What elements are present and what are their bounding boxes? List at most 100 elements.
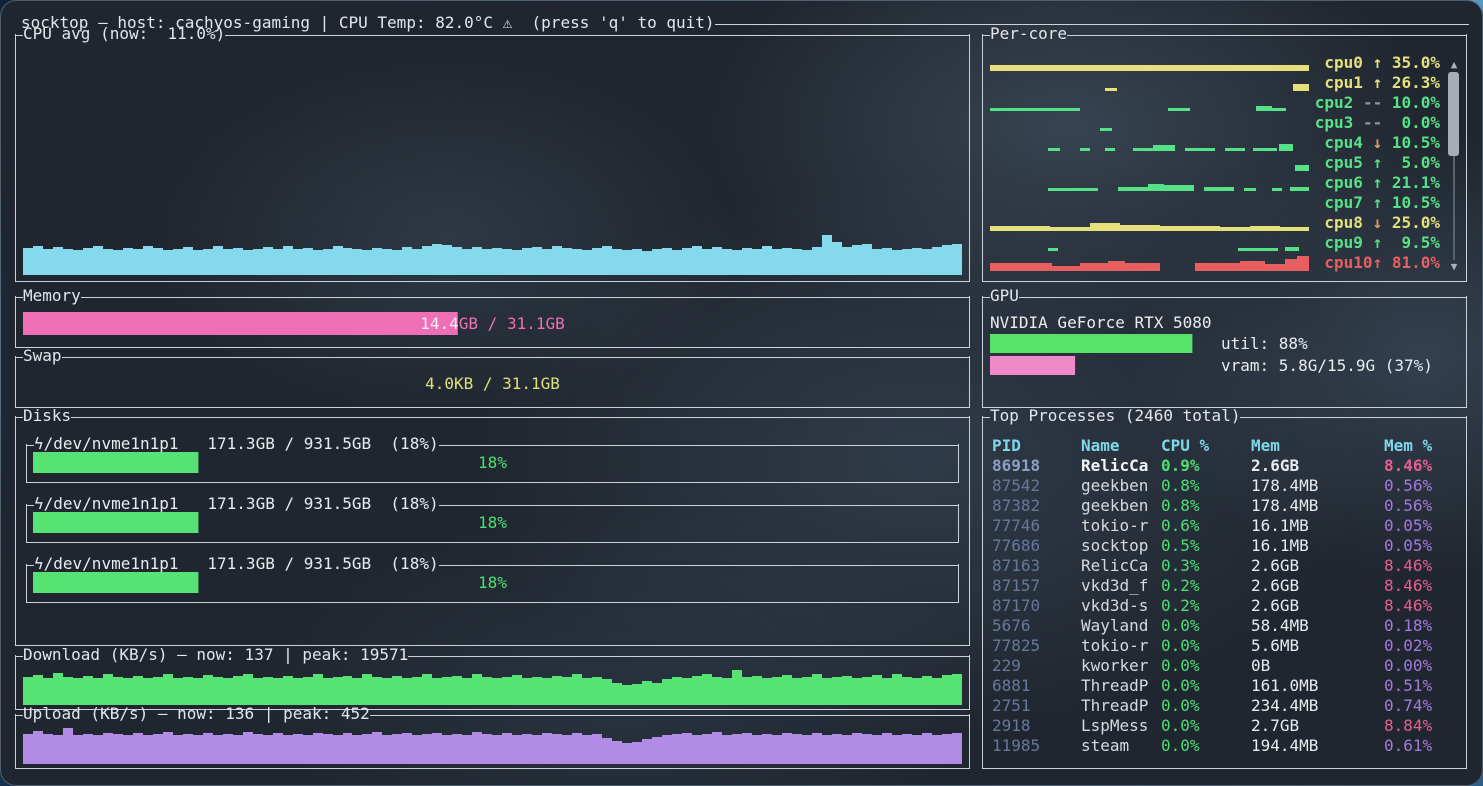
process-row[interactable]: 6881ThreadP0.0%161.0MB0.51% bbox=[984, 676, 1465, 696]
core-row[interactable]: cpu2 -- 10.0% bbox=[983, 93, 1466, 113]
process-mem: 2.6GB bbox=[1251, 456, 1384, 476]
chart-bar bbox=[93, 246, 103, 275]
chart-bar bbox=[902, 734, 912, 764]
process-cpu: 0.0% bbox=[1161, 636, 1251, 656]
memory-panel: Memory 14.4GB / 31.1GB14.4GB / 31.1GB bbox=[15, 296, 970, 348]
chart-bar bbox=[712, 677, 722, 705]
core-row[interactable]: cpu1 ↑ 26.3% bbox=[983, 73, 1466, 93]
core-row[interactable]: cpu6 ↑ 21.1% bbox=[983, 173, 1466, 193]
chart-bar bbox=[572, 674, 582, 705]
spark-segment bbox=[1164, 185, 1194, 191]
col-cpu: CPU % bbox=[1161, 436, 1251, 456]
cpu-avg-chart bbox=[23, 233, 962, 275]
chart-bar bbox=[812, 674, 822, 705]
chart-bar bbox=[263, 735, 273, 764]
chart-bar bbox=[422, 246, 432, 275]
chart-bar bbox=[692, 246, 702, 275]
chart-bar bbox=[382, 678, 392, 705]
process-row[interactable]: 229kworker0.0%0B0.00% bbox=[984, 656, 1465, 676]
spark-segment bbox=[1256, 106, 1272, 111]
core-row[interactable]: cpu9 ↑ 9.5% bbox=[983, 233, 1466, 253]
spark-segment bbox=[1148, 184, 1164, 191]
chart-bar bbox=[462, 249, 472, 275]
process-row[interactable]: 77825tokio-r0.0%5.6MB0.02% bbox=[984, 636, 1465, 656]
core-row[interactable]: cpu8 ↓ 25.0% bbox=[983, 213, 1466, 233]
process-row[interactable]: 87382geekben0.8%178.4MB0.56% bbox=[984, 496, 1465, 516]
chart-bar bbox=[552, 734, 562, 764]
process-name: socktop bbox=[1081, 536, 1161, 556]
process-cpu: 0.6% bbox=[1161, 516, 1251, 536]
core-row[interactable]: cpu5 ↑ 5.0% bbox=[983, 153, 1466, 173]
core-row[interactable]: cpu0 ↑ 35.0% bbox=[983, 53, 1466, 73]
chart-bar bbox=[123, 735, 133, 764]
process-mem: 194.4MB bbox=[1251, 736, 1384, 756]
chart-bar bbox=[622, 743, 632, 764]
chart-bar bbox=[732, 734, 742, 764]
chart-bar bbox=[53, 735, 63, 764]
chart-bar bbox=[63, 249, 73, 275]
gauge-fill bbox=[990, 334, 1220, 353]
scrollbar-thumb[interactable] bbox=[1448, 72, 1459, 156]
chart-bar bbox=[602, 738, 612, 764]
chart-bar bbox=[852, 245, 862, 275]
chart-bar bbox=[802, 735, 812, 764]
process-row[interactable]: 87157vkd3d_f0.2%2.6GB8.46% bbox=[984, 576, 1465, 596]
process-name: tokio-r bbox=[1081, 636, 1161, 656]
core-name: cpu7 bbox=[1324, 193, 1372, 212]
process-row[interactable]: 77686socktop0.5%16.1MB0.05% bbox=[984, 536, 1465, 556]
core-sparkline bbox=[990, 113, 1309, 133]
chart-bar bbox=[392, 676, 402, 705]
core-row[interactable]: cpu7 ↑ 10.5% bbox=[983, 193, 1466, 213]
core-trend-icon: ↑ bbox=[1373, 53, 1383, 72]
chart-bar bbox=[782, 733, 792, 764]
disks-panel: Disks ϟ/dev/nvme1n1p1 171.3GB / 931.5GB … bbox=[15, 416, 970, 646]
process-mem-pct: 8.46% bbox=[1384, 556, 1465, 576]
chart-bar bbox=[63, 728, 73, 764]
process-row[interactable]: 2751ThreadP0.0%234.4MB0.74% bbox=[984, 696, 1465, 716]
process-row[interactable]: 2918LspMess0.0%2.7GB8.84% bbox=[984, 716, 1465, 736]
process-pid: 77825 bbox=[992, 636, 1081, 656]
core-value: 10.5% bbox=[1382, 193, 1440, 212]
processes-title: Top Processes (2460 total) bbox=[990, 406, 1240, 426]
spark-segment bbox=[1048, 248, 1058, 251]
process-row[interactable]: 11985steam0.0%194.4MB0.61% bbox=[984, 736, 1465, 756]
core-label: cpu10↑ 81.0% bbox=[1324, 253, 1440, 273]
upload-chart bbox=[23, 726, 962, 764]
chart-bar bbox=[562, 248, 572, 275]
chart-bar bbox=[283, 735, 293, 764]
core-label: cpu7 ↑ 10.5% bbox=[1324, 193, 1440, 213]
chart-bar bbox=[892, 674, 902, 705]
chart-bar bbox=[662, 679, 672, 705]
gpu-vram-gauge bbox=[990, 356, 1220, 375]
process-row[interactable]: 87542geekben0.8%178.4MB0.56% bbox=[984, 476, 1465, 496]
chart-bar bbox=[402, 733, 412, 764]
core-value: 9.5% bbox=[1382, 233, 1440, 252]
chart-bar bbox=[512, 735, 522, 764]
chart-bar bbox=[952, 674, 962, 705]
spark-segment bbox=[1244, 188, 1256, 191]
process-mem: 234.4MB bbox=[1251, 696, 1384, 716]
core-row[interactable]: cpu10↑ 81.0% bbox=[983, 253, 1466, 273]
process-row[interactable]: 77746tokio-r0.6%16.1MB0.05% bbox=[984, 516, 1465, 536]
core-sparkline bbox=[990, 53, 1309, 73]
scroll-down-icon[interactable]: ▼ bbox=[1447, 260, 1461, 274]
process-name: ThreadP bbox=[1081, 696, 1161, 716]
process-row[interactable]: 87170vkd3d-s0.2%2.6GB8.46% bbox=[984, 596, 1465, 616]
process-mem-pct: 0.74% bbox=[1384, 696, 1465, 716]
chart-bar bbox=[333, 246, 343, 275]
core-value: 21.1% bbox=[1382, 173, 1440, 192]
chart-bar bbox=[153, 677, 163, 705]
process-row[interactable]: 86918RelicCa0.9%2.6GB8.46% bbox=[984, 456, 1465, 476]
process-pid: 77746 bbox=[992, 516, 1081, 536]
core-row[interactable]: cpu4 ↓ 10.5% bbox=[983, 133, 1466, 153]
process-cpu: 0.0% bbox=[1161, 696, 1251, 716]
chart-bar bbox=[542, 678, 552, 705]
chart-bar bbox=[143, 246, 153, 275]
chart-bar bbox=[682, 248, 692, 275]
core-row[interactable]: cpu3 -- 0.0% bbox=[983, 113, 1466, 133]
chart-bar bbox=[632, 249, 642, 275]
scroll-up-icon[interactable]: ▲ bbox=[1447, 58, 1461, 72]
chart-bar bbox=[762, 246, 772, 275]
process-row[interactable]: 87163RelicCa0.3%2.6GB8.46% bbox=[984, 556, 1465, 576]
process-row[interactable]: 5676Wayland0.0%58.4MB0.18% bbox=[984, 616, 1465, 636]
